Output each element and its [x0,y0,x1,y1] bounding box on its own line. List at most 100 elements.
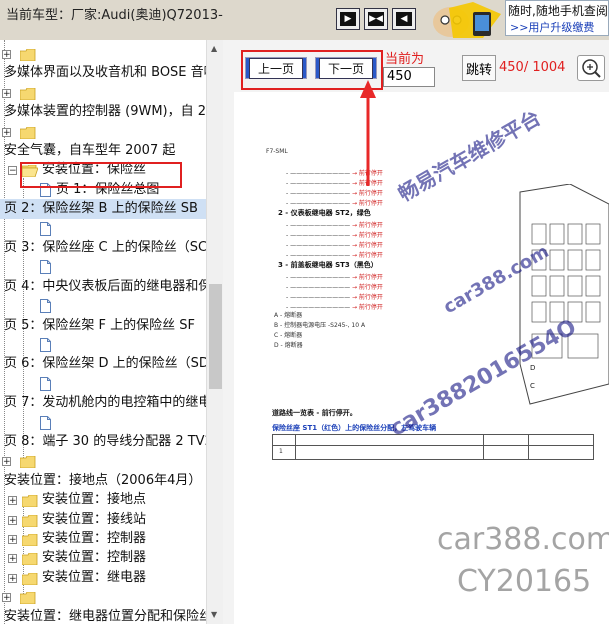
nav-first-button[interactable]: ▶ [336,8,360,30]
svg-text:C: C [530,382,535,390]
tree-item[interactable] [0,257,206,277]
ad-line-1: 随时,随地手机查阅 [508,4,608,18]
doc-line: - —————————— → 前行停开 [286,200,383,207]
doc-table: 1 [272,434,594,460]
zoom-in-icon [582,59,601,78]
tree-scrollbar[interactable]: ▲ ▼ [206,40,224,624]
tree-item[interactable]: + [0,587,206,607]
zoom-button[interactable] [577,55,605,81]
folder-icon [19,48,36,62]
document-icon [40,415,51,430]
nav-middle-button[interactable]: ▶◀ [364,8,388,30]
folder-icon [21,494,38,508]
doc-section-heading: 2 - 仪表板继电器 ST2，绿色 [278,209,371,217]
tree-item[interactable]: 安装位置：继电器位置分配和保险丝 [0,607,206,624]
folder-icon [19,126,36,139]
watermark-site-large: car388.com [437,522,609,557]
tree-item-label: 安装位置：继电器位置分配和保险丝 [4,608,206,624]
nav-last-button[interactable]: ◀ [392,8,416,30]
tree-item[interactable] [0,296,206,316]
doc-line: - —————————— → 前行停开 [286,252,383,259]
tree-item[interactable]: 多媒体界面以及收音机和 BOSE 音响 [0,63,206,83]
expand-icon[interactable]: + [8,554,17,564]
doc-line: - —————————— → 前行停开 [286,294,383,301]
tree-item[interactable]: + 安装位置：继电器 [0,568,206,588]
tree-item[interactable]: 页 5：保险丝架 F 上的保险丝 SF [0,316,206,336]
page-number-input[interactable]: 450 [383,67,435,87]
tree-item[interactable]: + [0,451,206,471]
tree-item[interactable]: + 安装位置：控制器 [0,529,206,549]
jump-button[interactable]: 跳转 [462,55,496,81]
tree-item-label: 页 3：保险丝座 C 上的保险丝（SC [4,240,206,255]
expand-icon[interactable]: + [2,50,11,60]
expand-icon[interactable]: + [2,457,11,467]
expand-icon[interactable]: + [8,496,17,506]
tree-item-label: 页 8：端子 30 的导线分配器 2 TV2 [4,434,206,449]
fuse-box-diagram: D C [519,184,609,405]
tree-item[interactable]: + 安装位置：控制器 [0,548,206,568]
folder-icon [21,533,38,547]
document-icon [40,221,51,236]
window-title: 当前车型：厂家:Audi(奥迪)Q72013- [6,8,223,23]
tree-item[interactable]: + 安装位置：接线站 [0,510,206,530]
expand-icon[interactable]: + [2,88,11,98]
red-arrow-icon [360,80,376,186]
tree-item[interactable]: 安全气囊，自车型年 2007 起 [0,141,206,161]
scroll-up-icon[interactable]: ▲ [211,44,217,53]
tree-item[interactable] [0,413,206,433]
highlight-box-tree [20,162,182,188]
watermark-code-large: CY20165 [457,564,592,599]
doc-table-row-number: 1 [279,448,283,455]
tree-item[interactable] [0,219,206,239]
expand-icon[interactable]: + [2,127,11,137]
tree-item[interactable]: 页 8：端子 30 的导线分配器 2 TV2 [0,432,206,452]
doc-line: - —————————— → 前行停开 [286,284,383,291]
tree-item-label: 多媒体装置的控制器 (9WM)，自 2 [4,104,206,120]
expand-icon[interactable]: + [8,573,17,583]
folder-icon [19,87,36,101]
expand-icon[interactable]: + [8,515,17,525]
tree-item[interactable]: 安装位置：接地点（2006年4月） [0,471,206,491]
collapse-icon[interactable]: − [8,166,17,176]
tree-item[interactable]: 页 7：发动机舱内的电控箱中的继电 [0,393,206,413]
tree-item[interactable] [0,335,206,355]
expand-icon[interactable]: + [2,593,11,603]
folder-icon [19,455,36,469]
scroll-down-icon[interactable]: ▼ [211,610,217,619]
tree-item[interactable]: + [0,122,206,142]
tree-item-label: 安全气囊，自车型年 2007 起 [4,143,176,158]
tree-item[interactable]: 多媒体装置的控制器 (9WM)，自 2 [0,102,206,122]
expand-icon[interactable]: + [8,535,17,545]
doc-line: - —————————— → 前行停开 [286,232,383,239]
tree-item-label: 页 2：保险丝架 B 上的保险丝 SB [4,201,198,217]
tree-item[interactable]: 页 3：保险丝座 C 上的保险丝（SC [0,238,206,258]
doc-line: - —————————— → 前行停开 [286,222,383,229]
doc-line: - —————————— → 前行停开 [286,274,383,281]
tree-item[interactable]: + [0,83,206,103]
upgrade-ad-banner[interactable]: 随时,随地手机查阅 >>用户升级缴费 [505,0,609,36]
doc-line: - —————————— → 前行停开 [286,190,383,197]
title-bar: 当前车型：厂家:Audi(奥迪)Q72013- ▶ ▶◀ ◀ 随时,随地手机查阅… [0,0,609,40]
mascot-icon [433,2,501,38]
document-tree: + 多媒体界面以及收音机和 BOSE 音响 + 多媒体装置的控制器 (9WM)，自 2… [0,40,206,624]
tree-item-label: 安装位置：控制器 [42,550,147,566]
doc-section-heading: 3 - 前盖板继电器 ST3（黑色） [278,261,378,269]
tree-item[interactable] [0,374,206,394]
tree-item[interactable]: 页 4：中央仪表板后面的继电器和保 [0,277,206,297]
tree-item[interactable]: + [0,44,206,64]
folder-icon [21,514,38,527]
doc-legend-line: D - 熔断器 [274,342,303,349]
tree-item[interactable]: + 安装位置：接地点 [0,490,206,510]
folder-icon [19,591,36,605]
tree-item[interactable]: 页 2：保险丝架 B 上的保险丝 SB [0,199,206,220]
doc-line: - —————————— → 前行停开 [286,242,383,249]
ad-upgrade-link[interactable]: >>用户升级缴费 [510,19,594,35]
page-count: 450/ 1004 [499,60,566,75]
tree-item[interactable]: 页 6：保险丝架 D 上的保险丝（SD [0,354,206,374]
tree-item-label: 页 7：发动机舱内的电控箱中的继电 [4,395,206,411]
tree-item-label: 多媒体界面以及收音机和 BOSE 音响 [4,65,206,81]
doc-table-note: 道路线一览表 - 前行停开。 [272,409,357,417]
current-page-label: 当前为 [385,52,425,67]
scrollbar-thumb[interactable] [209,284,222,389]
document-icon [40,338,51,352]
